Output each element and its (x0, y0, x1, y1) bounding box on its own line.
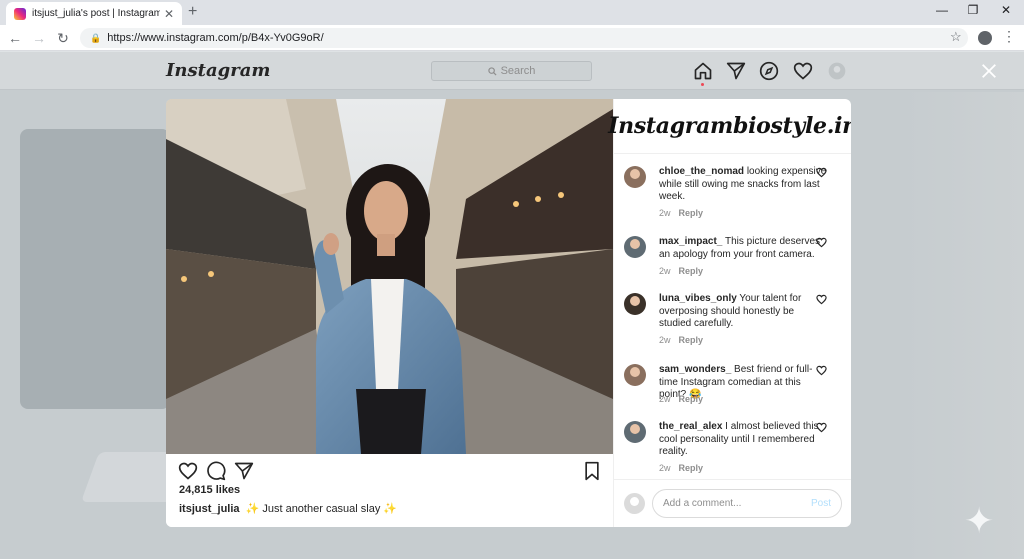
reply-button[interactable]: Reply (679, 335, 704, 345)
comment-meta: 2w Reply (659, 463, 703, 473)
commenter-avatar[interactable] (624, 236, 646, 258)
comment-like-heart-icon[interactable] (816, 422, 827, 433)
explore-compass-icon[interactable] (759, 61, 779, 81)
comment-meta: 2w Reply (659, 394, 703, 404)
close-modal-icon[interactable] (980, 62, 998, 80)
current-user-avatar (624, 493, 645, 514)
post-comment-button[interactable]: Post (811, 498, 831, 509)
comment-username[interactable]: the_real_alex (659, 421, 722, 432)
comment-time: 2w (659, 266, 671, 276)
like-heart-icon[interactable] (178, 461, 198, 481)
reply-button[interactable]: Reply (679, 463, 704, 473)
save-bookmark-icon[interactable] (582, 461, 602, 481)
comment-body: the_real_alex I almost believed this coo… (659, 421, 829, 459)
home-icon[interactable] (693, 61, 713, 81)
commenter-avatar[interactable] (624, 166, 646, 188)
comment-body: max_impact_ This picture deserves an apo… (659, 236, 829, 261)
comment-like-heart-icon[interactable] (816, 365, 827, 376)
comment-bubble-icon[interactable] (206, 461, 226, 481)
post-caption: itsjust_julia ✨ Just another casual slay… (179, 502, 397, 515)
commenter-avatar[interactable] (624, 293, 646, 315)
comment-meta: 2w Reply (659, 335, 703, 345)
tab-title: itsjust_julia's post | Instagram (32, 8, 160, 19)
window-close-button[interactable]: ✕ (996, 3, 1016, 17)
forward-arrow-icon[interactable]: → (30, 29, 48, 47)
url-text: https://www.instagram.com/p/B4x-Yv0G9oR/ (107, 32, 324, 44)
search-placeholder: Search (500, 65, 536, 77)
add-comment-bar: Add a comment... Post (614, 479, 851, 527)
comment-like-heart-icon[interactable] (816, 294, 827, 305)
likes-count[interactable]: 24,815 likes (179, 484, 240, 496)
menu-dots-icon[interactable]: ⋮ (1002, 28, 1016, 45)
share-send-icon[interactable] (234, 461, 254, 481)
comment-body: chloe_the_nomad looking expensive while … (659, 166, 829, 204)
direct-send-icon[interactable] (726, 61, 746, 81)
comment-like-heart-icon[interactable] (816, 167, 827, 178)
activity-heart-icon[interactable] (793, 61, 813, 81)
comment-time: 2w (659, 335, 671, 345)
commenter-avatar[interactable] (624, 364, 646, 386)
post-photo[interactable] (166, 99, 613, 454)
street-portrait-image (166, 99, 613, 454)
browser-toolbar: ← → ↻ 🔒 https://www.instagram.com/p/B4x-… (0, 25, 1024, 51)
comments-list: chloe_the_nomad looking expensive while … (614, 155, 851, 478)
add-comment-placeholder: Add a comment... (663, 498, 742, 509)
sparkle-icon: ✦ (964, 500, 995, 541)
background-right (900, 92, 1024, 559)
search-input[interactable]: Search (431, 61, 592, 81)
lock-icon: 🔒 (90, 32, 102, 43)
browser-tab[interactable]: itsjust_julia's post | Instagram ✕ (6, 2, 182, 25)
caption-text: ✨ Just another casual slay ✨ (245, 503, 398, 515)
comment-like-heart-icon[interactable] (816, 237, 827, 248)
watermark-brand: Instagrambiostyle.in (608, 99, 851, 154)
caption-username[interactable]: itsjust_julia (179, 503, 240, 515)
reply-button[interactable]: Reply (679, 394, 704, 404)
commenter-avatar[interactable] (624, 421, 646, 443)
browser-tab-strip: itsjust_julia's post | Instagram ✕ + — ❐… (0, 0, 1024, 25)
comment-username[interactable]: sam_wonders_ (659, 364, 731, 375)
comment-time: 2w (659, 208, 671, 218)
post-actions-bar: 24,815 likes itsjust_julia ✨ Just anothe… (166, 454, 613, 527)
back-arrow-icon[interactable]: ← (6, 29, 24, 47)
reload-icon[interactable]: ↻ (54, 29, 72, 47)
new-tab-button[interactable]: + (188, 3, 197, 21)
comment-body: luna_vibes_only Your talent for overposi… (659, 293, 829, 331)
address-bar[interactable]: 🔒 https://www.instagram.com/p/B4x-Yv0G9o… (80, 28, 968, 48)
bookmark-star-icon[interactable]: ☆ (950, 29, 962, 45)
instagram-favicon-icon (14, 7, 26, 20)
close-tab-icon[interactable]: ✕ (164, 7, 174, 21)
restore-button[interactable]: ❐ (963, 3, 983, 17)
comment-username[interactable]: max_impact_ (659, 236, 722, 247)
instagram-logo[interactable]: Instagram (166, 60, 270, 81)
minimize-button[interactable]: — (932, 3, 952, 17)
reply-button[interactable]: Reply (679, 266, 704, 276)
post-modal: 24,815 likes itsjust_julia ✨ Just anothe… (166, 99, 851, 527)
comment-username[interactable]: luna_vibes_only (659, 293, 737, 304)
comment-time: 2w (659, 463, 671, 473)
comment-time: 2w (659, 394, 671, 404)
background-monitor (20, 129, 170, 409)
comment-meta: 2w Reply (659, 266, 703, 276)
search-icon (487, 66, 497, 76)
profile-icon[interactable] (827, 61, 847, 81)
instagram-header: Instagram Search (0, 52, 1024, 90)
comment-meta: 2w Reply (659, 208, 703, 218)
notification-dot (701, 83, 704, 86)
comments-panel: Instagrambiostyle.in chloe_the_nomad loo… (608, 99, 851, 527)
profile-avatar-icon[interactable] (978, 31, 992, 45)
reply-button[interactable]: Reply (679, 208, 704, 218)
add-comment-input[interactable]: Add a comment... Post (652, 489, 842, 518)
comment-username[interactable]: chloe_the_nomad (659, 166, 744, 177)
